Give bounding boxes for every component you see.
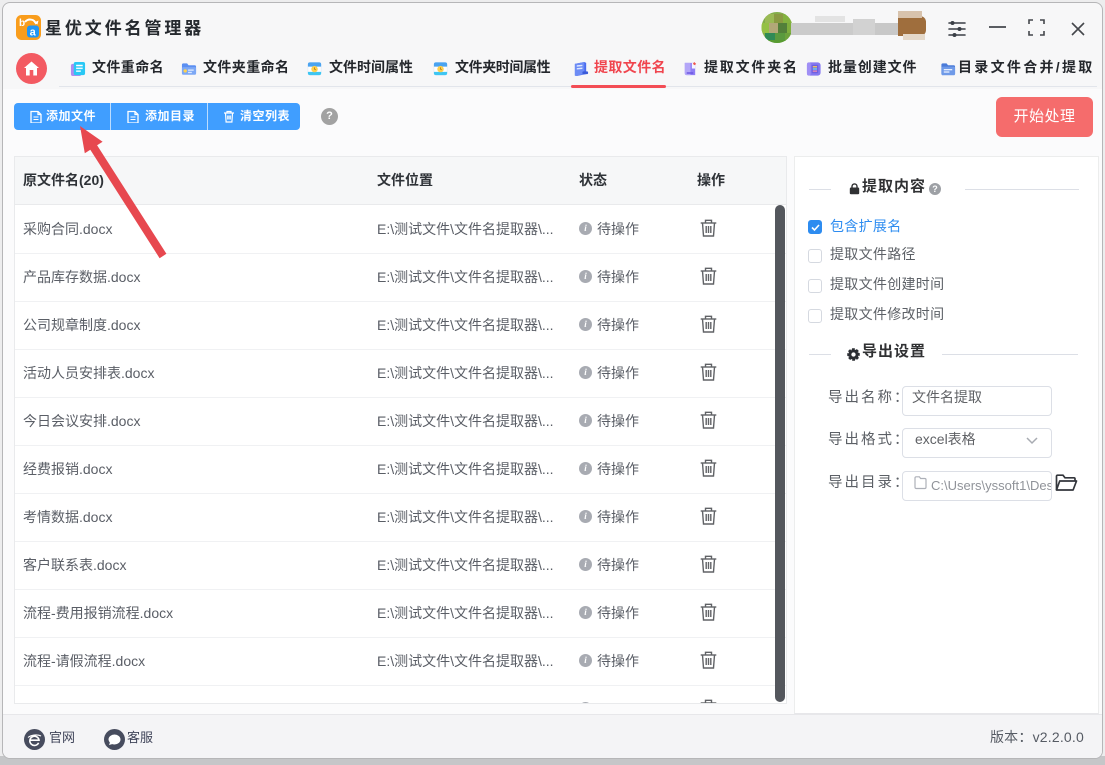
svg-text:b: b <box>19 18 25 29</box>
svg-text:a: a <box>30 27 37 39</box>
